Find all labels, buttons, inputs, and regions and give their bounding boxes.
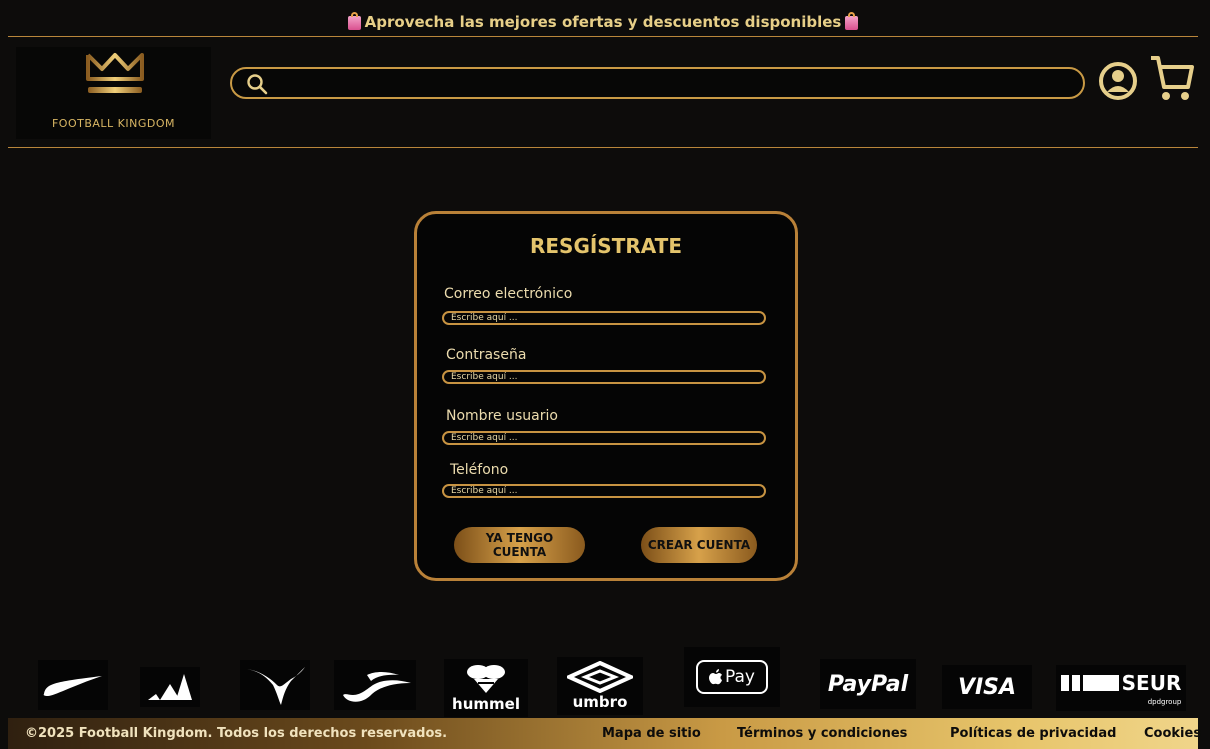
seur-subtext: dpdgroup — [1147, 697, 1182, 706]
hummel-logo: hummel — [444, 659, 528, 717]
password-field[interactable] — [442, 370, 766, 384]
applepay-text: Pay — [725, 667, 755, 687]
nike-swoosh-icon — [43, 676, 102, 696]
phone-field[interactable] — [442, 484, 766, 498]
seur-logo: SEUR dpdgroup — [1056, 665, 1186, 711]
email-label: Correo electrónico — [444, 286, 573, 302]
paypal-logo: PayPal — [820, 659, 916, 709]
adidas-logo — [140, 667, 200, 707]
have-account-button[interactable]: YA TENGO CUENTA — [454, 527, 585, 563]
terms-link[interactable]: Términos y condiciones — [737, 726, 907, 741]
user-account-icon[interactable] — [1098, 61, 1138, 101]
applepay-logo: Pay — [684, 647, 780, 707]
seur-bar-icon — [1082, 674, 1119, 691]
cookies-link[interactable]: Cookies — [1144, 726, 1201, 741]
visa-logo: VISA — [942, 665, 1032, 709]
joma-logo — [334, 660, 416, 710]
puma-logo — [240, 660, 310, 710]
site-logo[interactable]: FOOTBALL KINGDOM — [16, 47, 211, 139]
umbro-logo: umbro — [557, 657, 643, 715]
create-account-button[interactable]: CREAR CUENTA — [641, 527, 757, 563]
puma-cat-icon — [247, 667, 305, 705]
umbro-text: umbro — [572, 693, 628, 711]
phone-label: Teléfono — [450, 462, 509, 478]
brand-logos: hummel umbro Pay PayPal VISA SEUR dpdgro… — [0, 645, 1210, 717]
joma-mark-icon — [343, 672, 411, 702]
search-bar[interactable] — [230, 67, 1085, 99]
seur-bar-icon — [1060, 674, 1069, 691]
paypal-text: PayPal — [827, 671, 909, 697]
hummel-bee-icon — [467, 665, 505, 693]
umbro-diamond-icon — [567, 661, 633, 693]
promo-bar: Aprovecha las mejores ofertas y descuent… — [8, 8, 1198, 37]
search-input[interactable] — [280, 73, 1064, 95]
email-input[interactable] — [451, 312, 751, 324]
username-input[interactable] — [451, 432, 751, 444]
apple-icon — [709, 669, 723, 685]
site-header: FOOTBALL KINGDOM — [8, 37, 1198, 148]
hummel-text: hummel — [452, 695, 520, 713]
privacy-link[interactable]: Políticas de privacidad — [950, 726, 1116, 741]
username-field[interactable] — [442, 431, 766, 445]
password-label: Contraseña — [446, 347, 527, 363]
phone-input[interactable] — [451, 485, 751, 497]
seur-bar-icon — [1071, 674, 1080, 691]
shopping-bag-icon — [347, 12, 361, 30]
nike-logo — [38, 660, 108, 710]
sitemap-link[interactable]: Mapa de sitio — [602, 726, 701, 741]
password-input[interactable] — [451, 371, 751, 383]
promo-text: Aprovecha las mejores ofertas y descuent… — [364, 13, 842, 31]
username-label: Nombre usuario — [446, 408, 558, 424]
shopping-bag-icon — [845, 12, 859, 30]
visa-text: VISA — [957, 674, 1017, 700]
brand-name: FOOTBALL KINGDOM — [51, 117, 176, 130]
crown-icon — [86, 53, 144, 93]
register-title: RESGÍSTRATE — [529, 234, 682, 258]
seur-text: SEUR — [1121, 670, 1182, 695]
site-footer: ©2025 Football Kingdom. Todos los derech… — [8, 718, 1201, 749]
register-card: RESGÍSTRATE Correo electrónico Contraseñ… — [414, 211, 798, 581]
search-icon — [247, 74, 268, 95]
cart-icon[interactable] — [1148, 53, 1194, 103]
adidas-stripes-icon — [148, 674, 192, 700]
applepay-badge: Pay — [696, 660, 768, 694]
email-field[interactable] — [442, 311, 766, 325]
copyright-text: ©2025 Football Kingdom. Todos los derech… — [25, 726, 448, 741]
seur-mark: SEUR dpdgroup — [1060, 670, 1182, 706]
